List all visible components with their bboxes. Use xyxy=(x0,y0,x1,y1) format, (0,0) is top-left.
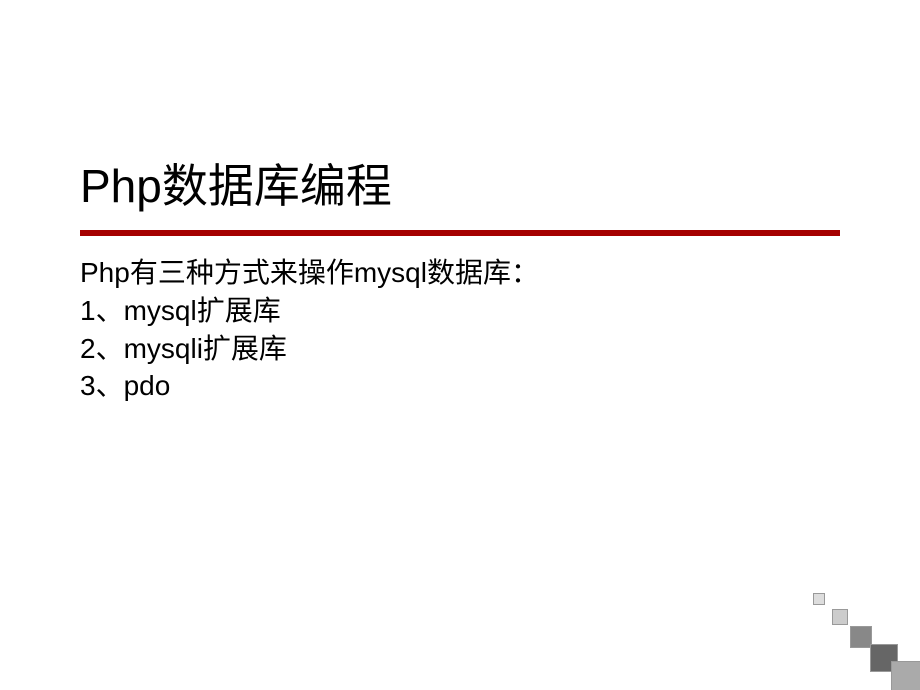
intro-text: Php有三种方式来操作mysql数据库： xyxy=(80,254,840,292)
decoration-square xyxy=(891,661,920,690)
list-item-3: 3、pdo xyxy=(80,367,840,405)
decoration-square xyxy=(850,626,872,648)
content-area: Php有三种方式来操作mysql数据库： 1、mysql扩展库 2、mysqli… xyxy=(80,254,840,405)
decoration-square xyxy=(813,593,825,605)
list-item-2: 2、mysqli扩展库 xyxy=(80,330,840,368)
list-item-1: 1、mysql扩展库 xyxy=(80,292,840,330)
slide-title: Php数据库编程 xyxy=(80,150,840,236)
decoration-square xyxy=(832,609,848,625)
corner-decoration xyxy=(790,560,920,690)
